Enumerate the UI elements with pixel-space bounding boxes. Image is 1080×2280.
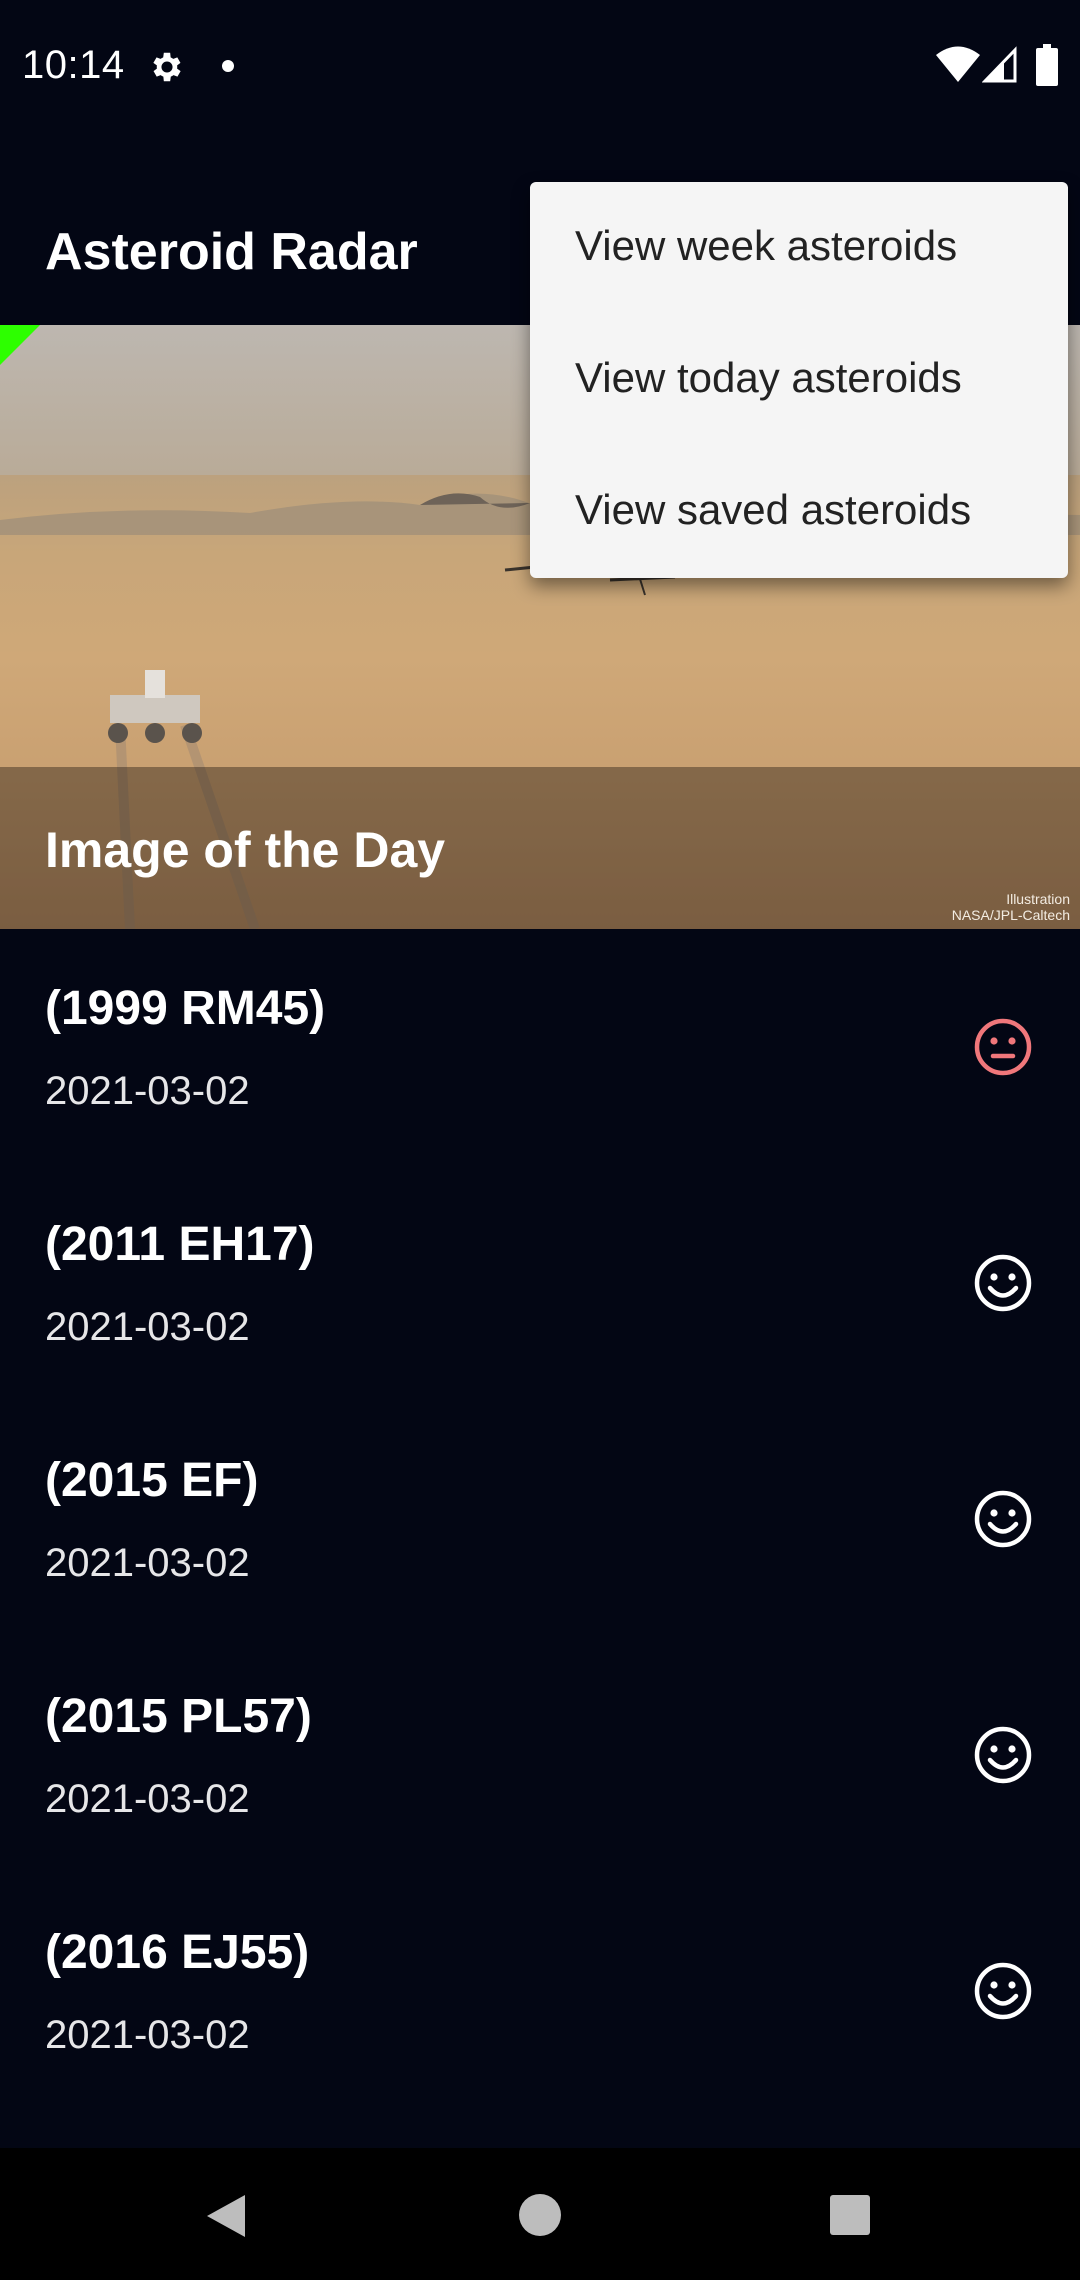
- menu-item-label: View today asteroids: [575, 354, 962, 401]
- status-bar: 10:14: [0, 0, 1080, 135]
- menu-item-view-week[interactable]: View week asteroids: [530, 182, 1068, 314]
- safe-smile-face-icon: [974, 1490, 1032, 1548]
- cell-signal-icon: [982, 46, 1017, 83]
- rover-image: [108, 670, 202, 743]
- app-title: Asteroid Radar: [45, 223, 418, 281]
- apod-credit: Illustration NASA/JPL-Caltech: [952, 891, 1070, 923]
- menu-item-label: View saved asteroids: [575, 486, 972, 533]
- apod-corner-marker: [0, 325, 40, 365]
- asteroid-name: (1999 RM45): [45, 982, 326, 1035]
- asteroid-row[interactable]: (2016 EJ55) 2021-03-02: [0, 1873, 1080, 2109]
- asteroid-name: (2015 EF): [45, 1454, 259, 1507]
- safe-smile-face-icon: [974, 1726, 1032, 1784]
- credit-line-1: Illustration: [1006, 891, 1070, 907]
- hazardous-neutral-face-icon: [974, 1018, 1032, 1076]
- asteroid-name: (2016 EJ55): [45, 1926, 310, 1979]
- wifi-icon: [936, 46, 980, 82]
- credit-line-2: NASA/JPL-Caltech: [951, 907, 1070, 923]
- safe-smile-face-icon: [974, 1962, 1032, 2020]
- menu-item-view-today[interactable]: View today asteroids: [530, 314, 1068, 446]
- asteroid-name: (2015 PL57): [45, 1690, 312, 1743]
- back-triangle-icon[interactable]: [205, 2193, 247, 2239]
- safe-smile-face-icon: [974, 1254, 1032, 1312]
- asteroid-date: 2021-03-02: [45, 1305, 250, 1349]
- status-time: 10:14: [22, 43, 125, 87]
- asteroid-date: 2021-03-02: [45, 1069, 250, 1113]
- asteroid-row[interactable]: (2015 PL57) 2021-03-02: [0, 1637, 1080, 1873]
- home-circle-icon[interactable]: [519, 2194, 561, 2236]
- asteroid-date: 2021-03-02: [45, 1777, 250, 1821]
- asteroid-date: 2021-03-02: [45, 2013, 250, 2057]
- menu-item-label: View week asteroids: [575, 222, 958, 269]
- asteroid-row[interactable]: (2015 EF) 2021-03-02: [0, 1401, 1080, 1637]
- settings-gear-icon: [153, 52, 181, 82]
- apod-caption: Image of the Day: [45, 822, 446, 878]
- recents-square-icon[interactable]: [830, 2195, 870, 2235]
- menu-item-view-saved[interactable]: View saved asteroids: [530, 446, 1068, 578]
- overflow-menu: View week asteroids View today asteroids…: [530, 182, 1068, 578]
- asteroid-name: (2011 EH17): [45, 1218, 315, 1271]
- asteroid-row[interactable]: (2011 EH17) 2021-03-02: [0, 1165, 1080, 1401]
- asteroid-date: 2021-03-02: [45, 1541, 250, 1585]
- asteroid-row[interactable]: (1999 RM45) 2021-03-02: [0, 929, 1080, 1165]
- battery-icon: [1036, 44, 1058, 86]
- notification-dot-icon: [222, 60, 234, 72]
